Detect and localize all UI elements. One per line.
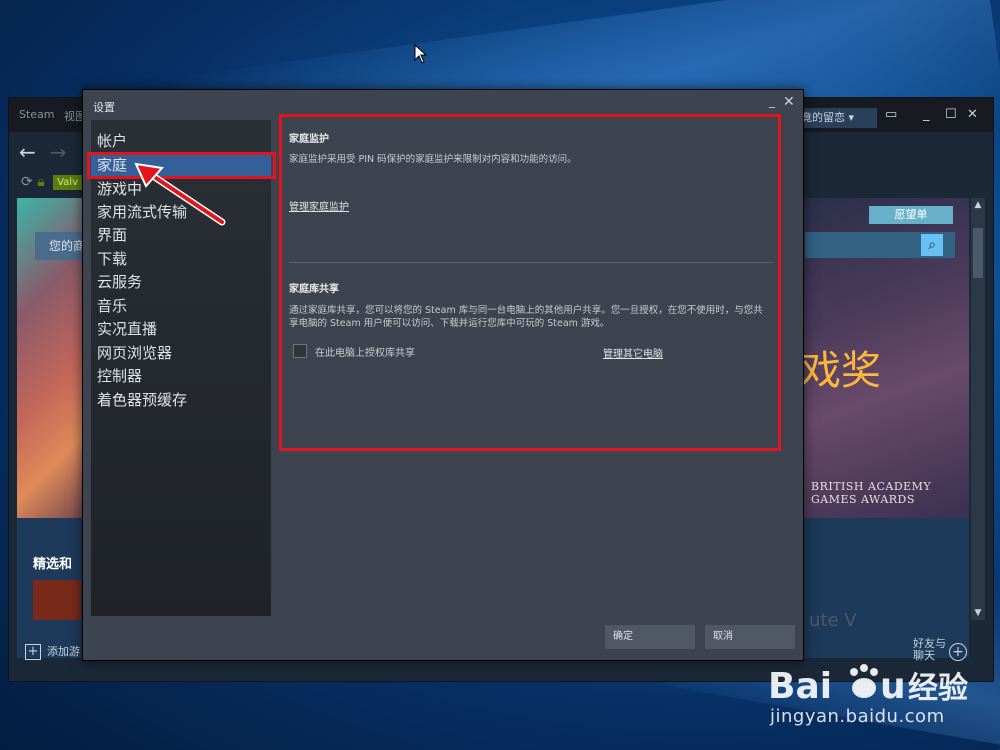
forward-arrow-icon[interactable]: → <box>50 140 67 164</box>
friends-label-2: 聊天 <box>913 649 935 662</box>
big-picture-icon[interactable]: ▭ <box>885 107 897 122</box>
category-account[interactable]: 帐户 <box>97 130 127 152</box>
dialog-title: 设置 <box>93 101 115 114</box>
svg-text:Bai: Bai <box>768 666 832 706</box>
annotation-highlight-content <box>279 114 781 451</box>
toolbar-row: ⟳ 🔒︎ Valv <box>21 174 82 190</box>
scroll-down-icon[interactable]: ▼ <box>971 606 985 620</box>
nav-row: ← → <box>19 140 81 164</box>
close-icon[interactable]: ✕ <box>967 107 978 122</box>
category-cloud[interactable]: 云服务 <box>97 271 142 293</box>
featured-heading: 精选和 <box>33 557 73 572</box>
dialog-minimize-icon[interactable]: _ <box>769 94 775 108</box>
steam-menu-brand[interactable]: Steam <box>19 108 55 121</box>
mouse-cursor-icon <box>414 44 428 64</box>
annotation-arrow-icon <box>134 162 226 226</box>
category-music[interactable]: 音乐 <box>97 295 127 317</box>
baidu-jingyan-logo: Bai u 经验 <box>768 664 968 706</box>
category-interface[interactable]: 界面 <box>97 224 127 246</box>
lock-icon: 🔒︎ <box>37 174 45 190</box>
plus-icon: + <box>25 644 41 660</box>
ok-button[interactable]: 确定 <box>605 625 695 649</box>
search-icon[interactable]: ⌕ <box>921 234 943 256</box>
watermark-url: jingyan.baidu.com <box>770 706 945 727</box>
back-arrow-icon[interactable]: ← <box>19 140 36 164</box>
award-banner-text: 戏奖 <box>801 348 881 394</box>
dialog-close-icon[interactable]: ✕ <box>783 94 795 110</box>
category-shader-precache[interactable]: 着色器预缓存 <box>97 389 187 411</box>
scroll-up-icon[interactable]: ▲ <box>971 198 985 212</box>
scroll-thumb[interactable] <box>973 228 983 278</box>
add-friend-icon[interactable]: + <box>949 643 967 661</box>
refresh-icon[interactable]: ⟳ <box>21 174 33 190</box>
add-game-button[interactable]: + 添加游 <box>25 643 80 660</box>
category-controller[interactable]: 控制器 <box>97 365 142 387</box>
friends-chat-button[interactable]: 好友与 聊天 <box>913 638 946 662</box>
featured-thumbnail[interactable] <box>33 580 81 620</box>
minimize-icon[interactable]: _ <box>923 107 930 122</box>
notification-dropdown[interactable]: 竟的留恋 ▾ <box>795 108 877 128</box>
award-subtitle-1: BRITISH ACADEMY <box>811 480 932 493</box>
add-game-label: 添加游 <box>47 645 80 658</box>
valve-badge: Valv <box>53 174 82 190</box>
svg-text:经验: 经验 <box>908 671 968 706</box>
category-web-browser[interactable]: 网页浏览器 <box>97 342 172 364</box>
award-subtitle-2: GAMES AWARDS <box>811 493 915 506</box>
svg-text:u: u <box>880 666 906 706</box>
background-game-title: ute V <box>809 610 857 631</box>
category-downloads[interactable]: 下载 <box>97 248 127 270</box>
category-broadcasting[interactable]: 实况直播 <box>97 318 157 340</box>
store-scrollbar[interactable]: ▲ ▼ <box>971 198 985 620</box>
maximize-icon[interactable]: ☐ <box>945 107 957 122</box>
wishlist-button[interactable]: 愿望单 <box>869 206 953 224</box>
cancel-button[interactable]: 取消 <box>705 625 795 649</box>
